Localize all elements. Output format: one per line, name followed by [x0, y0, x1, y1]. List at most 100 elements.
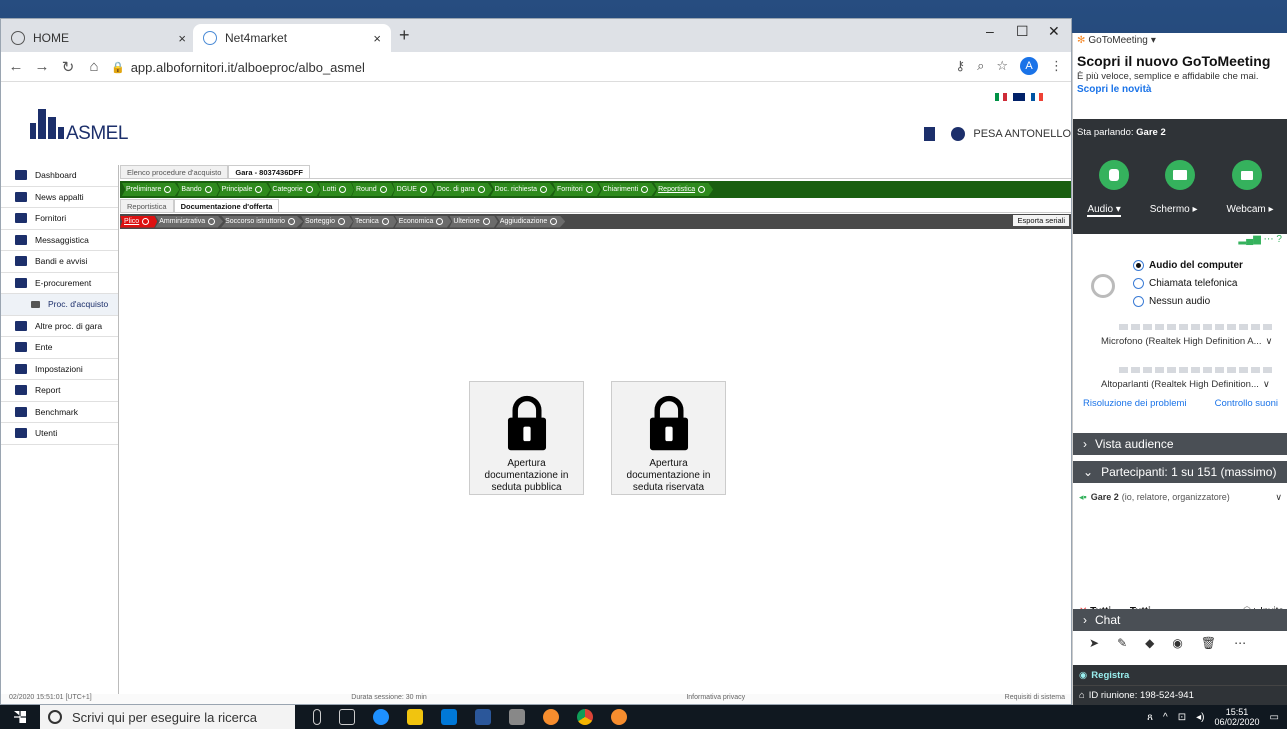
chrome-icon[interactable]	[577, 709, 593, 725]
key-icon[interactable]: ⚷	[956, 58, 966, 74]
offer-step-6[interactable]: Ulteriore	[449, 215, 498, 228]
sidebar-item-messaggistica[interactable]: Messaggistica	[1, 230, 118, 251]
microphone-button[interactable]	[1099, 160, 1130, 190]
book-icon[interactable]	[924, 127, 936, 141]
audience-section[interactable]: › Vista audience	[1073, 433, 1287, 455]
step-3[interactable]: Categorie	[268, 183, 321, 196]
screen-share-button[interactable]	[1165, 160, 1196, 190]
word-icon[interactable]	[475, 709, 491, 725]
open-public-session-card[interactable]: Apertura documentazione in seduta pubbli…	[469, 381, 584, 495]
start-button[interactable]	[0, 711, 40, 723]
close-window-button[interactable]: ✕	[1048, 23, 1060, 40]
maximize-button[interactable]: ☐	[1016, 23, 1029, 40]
sidebar-item-utenti[interactable]: Utenti	[1, 423, 118, 445]
spotlight-icon[interactable]: ◉	[1172, 636, 1182, 650]
gtm-app-name[interactable]: GoToMeeting	[1088, 35, 1147, 46]
step-1[interactable]: Bando	[177, 183, 220, 196]
network-icon[interactable]: ⊡	[1178, 712, 1186, 723]
offer-step-4[interactable]: Tecnica	[350, 215, 397, 228]
sound-check-link[interactable]: Controllo suoni	[1215, 398, 1278, 409]
tab-audio[interactable]: Audio ▾	[1087, 204, 1121, 217]
microphone-icon[interactable]	[313, 709, 321, 725]
step-5[interactable]: Round	[352, 183, 395, 196]
speaker-device-select[interactable]: Altoparlanti (Realtek High Definition...…	[1101, 379, 1287, 390]
file-explorer-icon[interactable]	[407, 709, 423, 725]
tab-webcam[interactable]: Webcam ▸	[1226, 204, 1273, 217]
asmel-logo[interactable]: ASMEL	[26, 95, 128, 145]
offer-step-1[interactable]: Amministrativa	[155, 215, 224, 228]
sidebar-item-news[interactable]: News appalti	[1, 187, 118, 208]
url-field[interactable]: 🔒 app.albofornitori.it/alboeproc/albo_as…	[111, 56, 1021, 78]
webcam-button[interactable]	[1231, 160, 1262, 190]
tab-gara[interactable]: Gara - 8037436DFF	[228, 165, 310, 178]
forward-icon[interactable]: →	[31, 58, 53, 75]
pen-icon[interactable]: ✎	[1117, 636, 1127, 650]
tab-elenco-procedure[interactable]: Elenco procedure d'acquisto	[120, 165, 229, 178]
step-4[interactable]: Lotti	[318, 183, 354, 196]
sidebar-item-eprocurement[interactable]: E-procurement	[1, 273, 118, 294]
step-8[interactable]: Doc. richiesta	[490, 183, 556, 196]
gotomeeting-taskbar-icon[interactable]	[543, 709, 559, 725]
sidebar-item-dashboard[interactable]: Dashboard	[1, 165, 118, 187]
bookmark-star-icon[interactable]: ☆	[996, 58, 1008, 74]
pointer-icon[interactable]: ➤	[1089, 636, 1099, 650]
user-name[interactable]: PESA ANTONELLO	[973, 128, 1071, 140]
chevron-down-icon[interactable]: ▾	[1151, 35, 1156, 46]
requirements-link[interactable]: Requisiti di sistema	[1005, 694, 1065, 704]
offer-step-5[interactable]: Economica	[394, 215, 452, 228]
meeting-id[interactable]: ⌂ ID riunione: 198-524-941	[1073, 685, 1287, 705]
privacy-link[interactable]: Informativa privacy	[686, 694, 745, 704]
tab-schermo[interactable]: Schermo ▸	[1150, 204, 1198, 217]
edge-icon[interactable]	[373, 709, 389, 725]
more-icon[interactable]: ⋯	[1234, 636, 1246, 650]
chat-section[interactable]: › Chat	[1073, 609, 1287, 631]
browser-tab-home[interactable]: HOME ×	[1, 24, 196, 52]
sidebar-item-ente[interactable]: Ente	[1, 337, 118, 359]
minimize-button[interactable]: –	[986, 23, 994, 39]
people-icon[interactable]: ጸ	[1147, 712, 1153, 723]
sidebar-item-proc-acquisto[interactable]: Proc. d'acquisto	[1, 294, 118, 316]
radio-computer-audio[interactable]: Audio del computer	[1133, 256, 1287, 274]
reload-icon[interactable]: ↻	[57, 58, 79, 76]
step-6[interactable]: DGUE	[392, 183, 435, 196]
gotomeeting-taskbar-icon[interactable]	[611, 709, 627, 725]
participant-row[interactable]: ◂▪ Gare 2 (io, relatore, organizzatore) …	[1073, 489, 1287, 505]
store-icon[interactable]	[441, 709, 457, 725]
highlighter-icon[interactable]: ◆	[1145, 636, 1154, 650]
taskbar-search[interactable]: Scrivi qui per eseguire la ricerca	[40, 705, 295, 729]
radio-no-audio[interactable]: Nessun audio	[1133, 292, 1287, 310]
step-10[interactable]: Chiarimenti	[598, 183, 657, 196]
browser-tab-net4market[interactable]: Net4market ×	[193, 24, 391, 52]
record-button[interactable]: ◉ Registra	[1073, 665, 1287, 685]
promo-link[interactable]: Scopri le novità	[1077, 84, 1283, 95]
offer-step-3[interactable]: Sorteggio	[301, 215, 353, 228]
french-flag-icon[interactable]	[1031, 93, 1043, 101]
english-flag-icon[interactable]	[1013, 93, 1025, 101]
sidebar-item-fornitori[interactable]: Fornitori	[1, 208, 118, 230]
troubleshoot-link[interactable]: Risoluzione dei problemi	[1083, 398, 1187, 409]
tab-documentazione-offerta[interactable]: Documentazione d'offerta	[173, 199, 280, 212]
step-2[interactable]: Principale	[217, 183, 271, 196]
new-tab-button[interactable]: +	[399, 25, 410, 46]
menu-dots-icon[interactable]: ⋮	[1050, 58, 1063, 74]
zoom-icon[interactable]: ⌕	[977, 58, 984, 74]
volume-icon[interactable]: ◂)	[1196, 712, 1204, 723]
offer-step-2[interactable]: Soccorso istruttorio	[221, 215, 304, 228]
chevron-down-icon[interactable]: ∨	[1275, 492, 1282, 503]
step-0[interactable]: Preliminare	[122, 183, 180, 196]
step-11[interactable]: Reportistica	[654, 183, 714, 196]
sidebar-item-benchmark[interactable]: Benchmark	[1, 402, 118, 423]
offer-step-0[interactable]: Plico	[120, 215, 158, 228]
mic-device-select[interactable]: Microfono (Realtek High Definition A... ∨	[1101, 336, 1287, 347]
step-7[interactable]: Doc. di gara	[432, 183, 493, 196]
clock[interactable]: 15:51 06/02/2020	[1215, 707, 1260, 727]
chevron-up-icon[interactable]: ^	[1163, 712, 1168, 723]
app-icon[interactable]	[509, 709, 525, 725]
home-icon[interactable]: ⌂	[83, 58, 105, 75]
task-view-icon[interactable]	[339, 709, 355, 725]
trash-icon[interactable]: 🗑	[1201, 636, 1216, 650]
back-icon[interactable]: ←	[5, 58, 27, 75]
tab-close-icon[interactable]: ×	[373, 31, 381, 46]
radio-phone-call[interactable]: Chiamata telefonica	[1133, 274, 1287, 292]
italian-flag-icon[interactable]	[995, 93, 1007, 101]
